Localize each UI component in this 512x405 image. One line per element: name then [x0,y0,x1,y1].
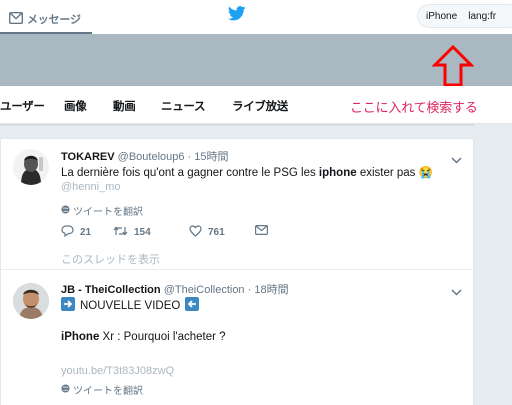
separator: · [247,284,252,296]
globe-icon [61,383,70,396]
like-button[interactable]: 761 [189,225,225,240]
arrow-left-icon [185,297,200,314]
top-bar: メッセージ iPhone lang:fr [0,0,512,34]
translate-label: ツイートを翻訳 [73,207,143,218]
show-thread-link[interactable]: このスレッドを表示 [61,251,160,267]
tab-users[interactable]: ユーザー [0,98,45,114]
tweet-text: iPhone Xr : Pourquoi l'acheter ? [61,331,226,343]
user-name[interactable]: TOKAREV [61,151,115,163]
arrow-right-icon [61,297,75,314]
tab-videos[interactable]: 動画 [113,98,136,114]
avatar[interactable] [13,283,49,319]
tweet[interactable]: JB - TheiCollection @TheiCollection · 18… [1,271,473,405]
tweet-header: TOKAREV @Bouteloup6 · 15時間 [61,148,229,164]
user-handle[interactable]: @Bouteloup6 [118,151,185,163]
tweet-actions: 21 154 761 [61,225,291,241]
timeline: TOKAREV @Bouteloup6 · 15時間 La dernière f… [0,138,474,405]
search-input[interactable]: iPhone lang:fr [417,4,512,28]
chevron-down-icon[interactable] [451,149,462,168]
user-handle[interactable]: @TheiCollection [164,284,245,296]
messages-label: メッセージ [27,12,81,26]
translate-link[interactable]: ツイートを翻訳 [61,382,143,397]
retweet-count: 154 [134,227,151,238]
chevron-down-icon[interactable] [451,281,462,300]
globe-icon [61,204,70,217]
dm-button[interactable] [255,225,269,238]
tweet[interactable]: TOKAREV @Bouteloup6 · 15時間 La dernière f… [1,139,473,270]
red-arrow-up-icon [431,44,475,92]
tweet-text: La dernière fois qu'ont a gagner contre … [61,167,433,179]
page-gutter [474,124,512,405]
retweet-button[interactable]: 154 [113,225,151,240]
envelope-icon [8,9,24,28]
retweet-icon [113,225,128,240]
avatar[interactable] [13,149,49,185]
reply-icon [61,225,74,240]
messages-nav[interactable]: メッセージ [8,9,81,28]
twitter-bird-icon[interactable] [227,6,246,25]
translate-link[interactable]: ツイートを翻訳 [61,203,143,218]
tab-live[interactable]: ライブ放送 [232,98,288,114]
tweet-time[interactable]: 18時間 [254,284,288,296]
video-link[interactable]: youtu.be/T3t83J08zwQ [61,365,174,377]
annotation-text: ここに入れて検索する [350,101,478,116]
tab-news[interactable]: ニュース [161,98,206,114]
heart-icon [189,225,202,240]
reply-count: 21 [80,227,92,238]
separator: · [187,151,192,163]
tab-images[interactable]: 画像 [64,98,87,114]
user-name[interactable]: JB - TheiCollection [61,284,161,296]
tweet-headline: NOUVELLE VIDEO [61,297,200,314]
tweet-time[interactable]: 15時間 [194,151,228,163]
tweet-header: JB - TheiCollection @TheiCollection · 18… [61,281,289,297]
envelope-icon [255,225,269,238]
reply-button[interactable]: 21 [61,225,91,240]
translate-label: ツイートを翻訳 [73,386,143,397]
like-count: 761 [208,227,225,238]
headline-text: NOUVELLE VIDEO [80,299,181,312]
mention-link[interactable]: @henni_mo [61,181,120,193]
